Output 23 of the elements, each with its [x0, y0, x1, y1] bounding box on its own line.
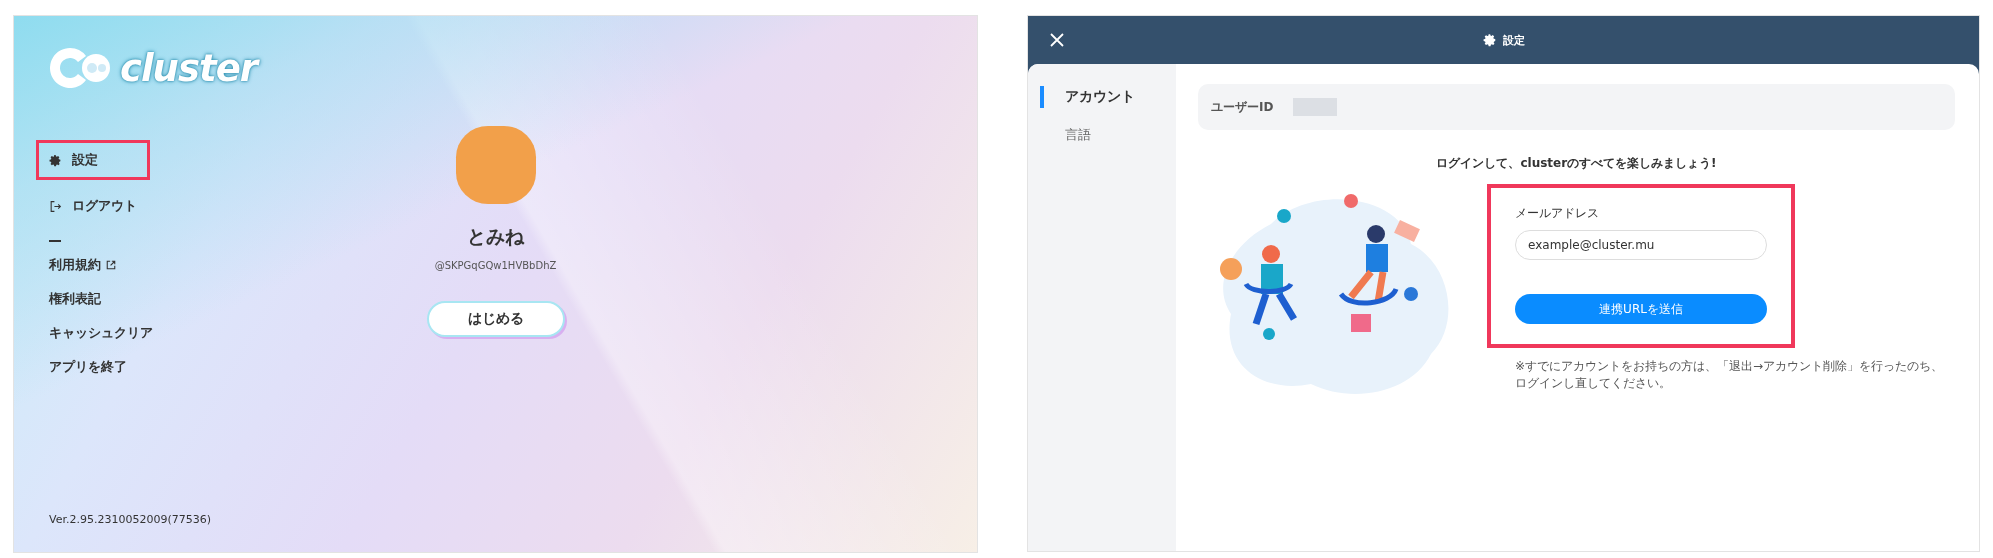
menu-link[interactable]: キャッシュクリア	[49, 324, 153, 342]
login-heading: ログインして、clusterのすべてを楽しみましょう!	[1435, 155, 1718, 172]
user-name: とみね	[467, 224, 524, 249]
user-handle: @SKPGqGQw1HVBbDhZ	[434, 260, 557, 271]
close-icon[interactable]	[1050, 33, 1064, 47]
version-text: Ver.2.95.2310052009(77536)	[49, 513, 212, 526]
account-note: ※すでにアカウントをお持ちの方は、「退出→アカウント削除」を行ったのち、ログインし直してください。	[1515, 358, 1945, 393]
external-link-icon	[106, 260, 116, 270]
menu-item[interactable]: ログアウト	[36, 186, 150, 226]
menu-item[interactable]: 設定	[36, 140, 150, 180]
menu-link[interactable]: 利用規約	[49, 256, 101, 274]
start-button[interactable]: はじめる	[426, 301, 565, 337]
user-id-label: ユーザーID	[1211, 98, 1274, 116]
menu-link[interactable]: アプリを終了	[49, 358, 127, 376]
email-label: メールアドレス	[1515, 205, 1600, 222]
email-input[interactable]: example@cluster.mu	[1515, 230, 1767, 260]
settings-tab[interactable]: アカウント	[1040, 86, 1176, 108]
settings-tab[interactable]: 言語	[1040, 124, 1176, 146]
menu-link[interactable]: 権利表記	[49, 290, 101, 308]
gear-icon	[49, 153, 62, 167]
gear-icon	[1482, 33, 1497, 47]
logout-icon	[49, 199, 62, 213]
settings-title: 設定	[1502, 32, 1525, 48]
